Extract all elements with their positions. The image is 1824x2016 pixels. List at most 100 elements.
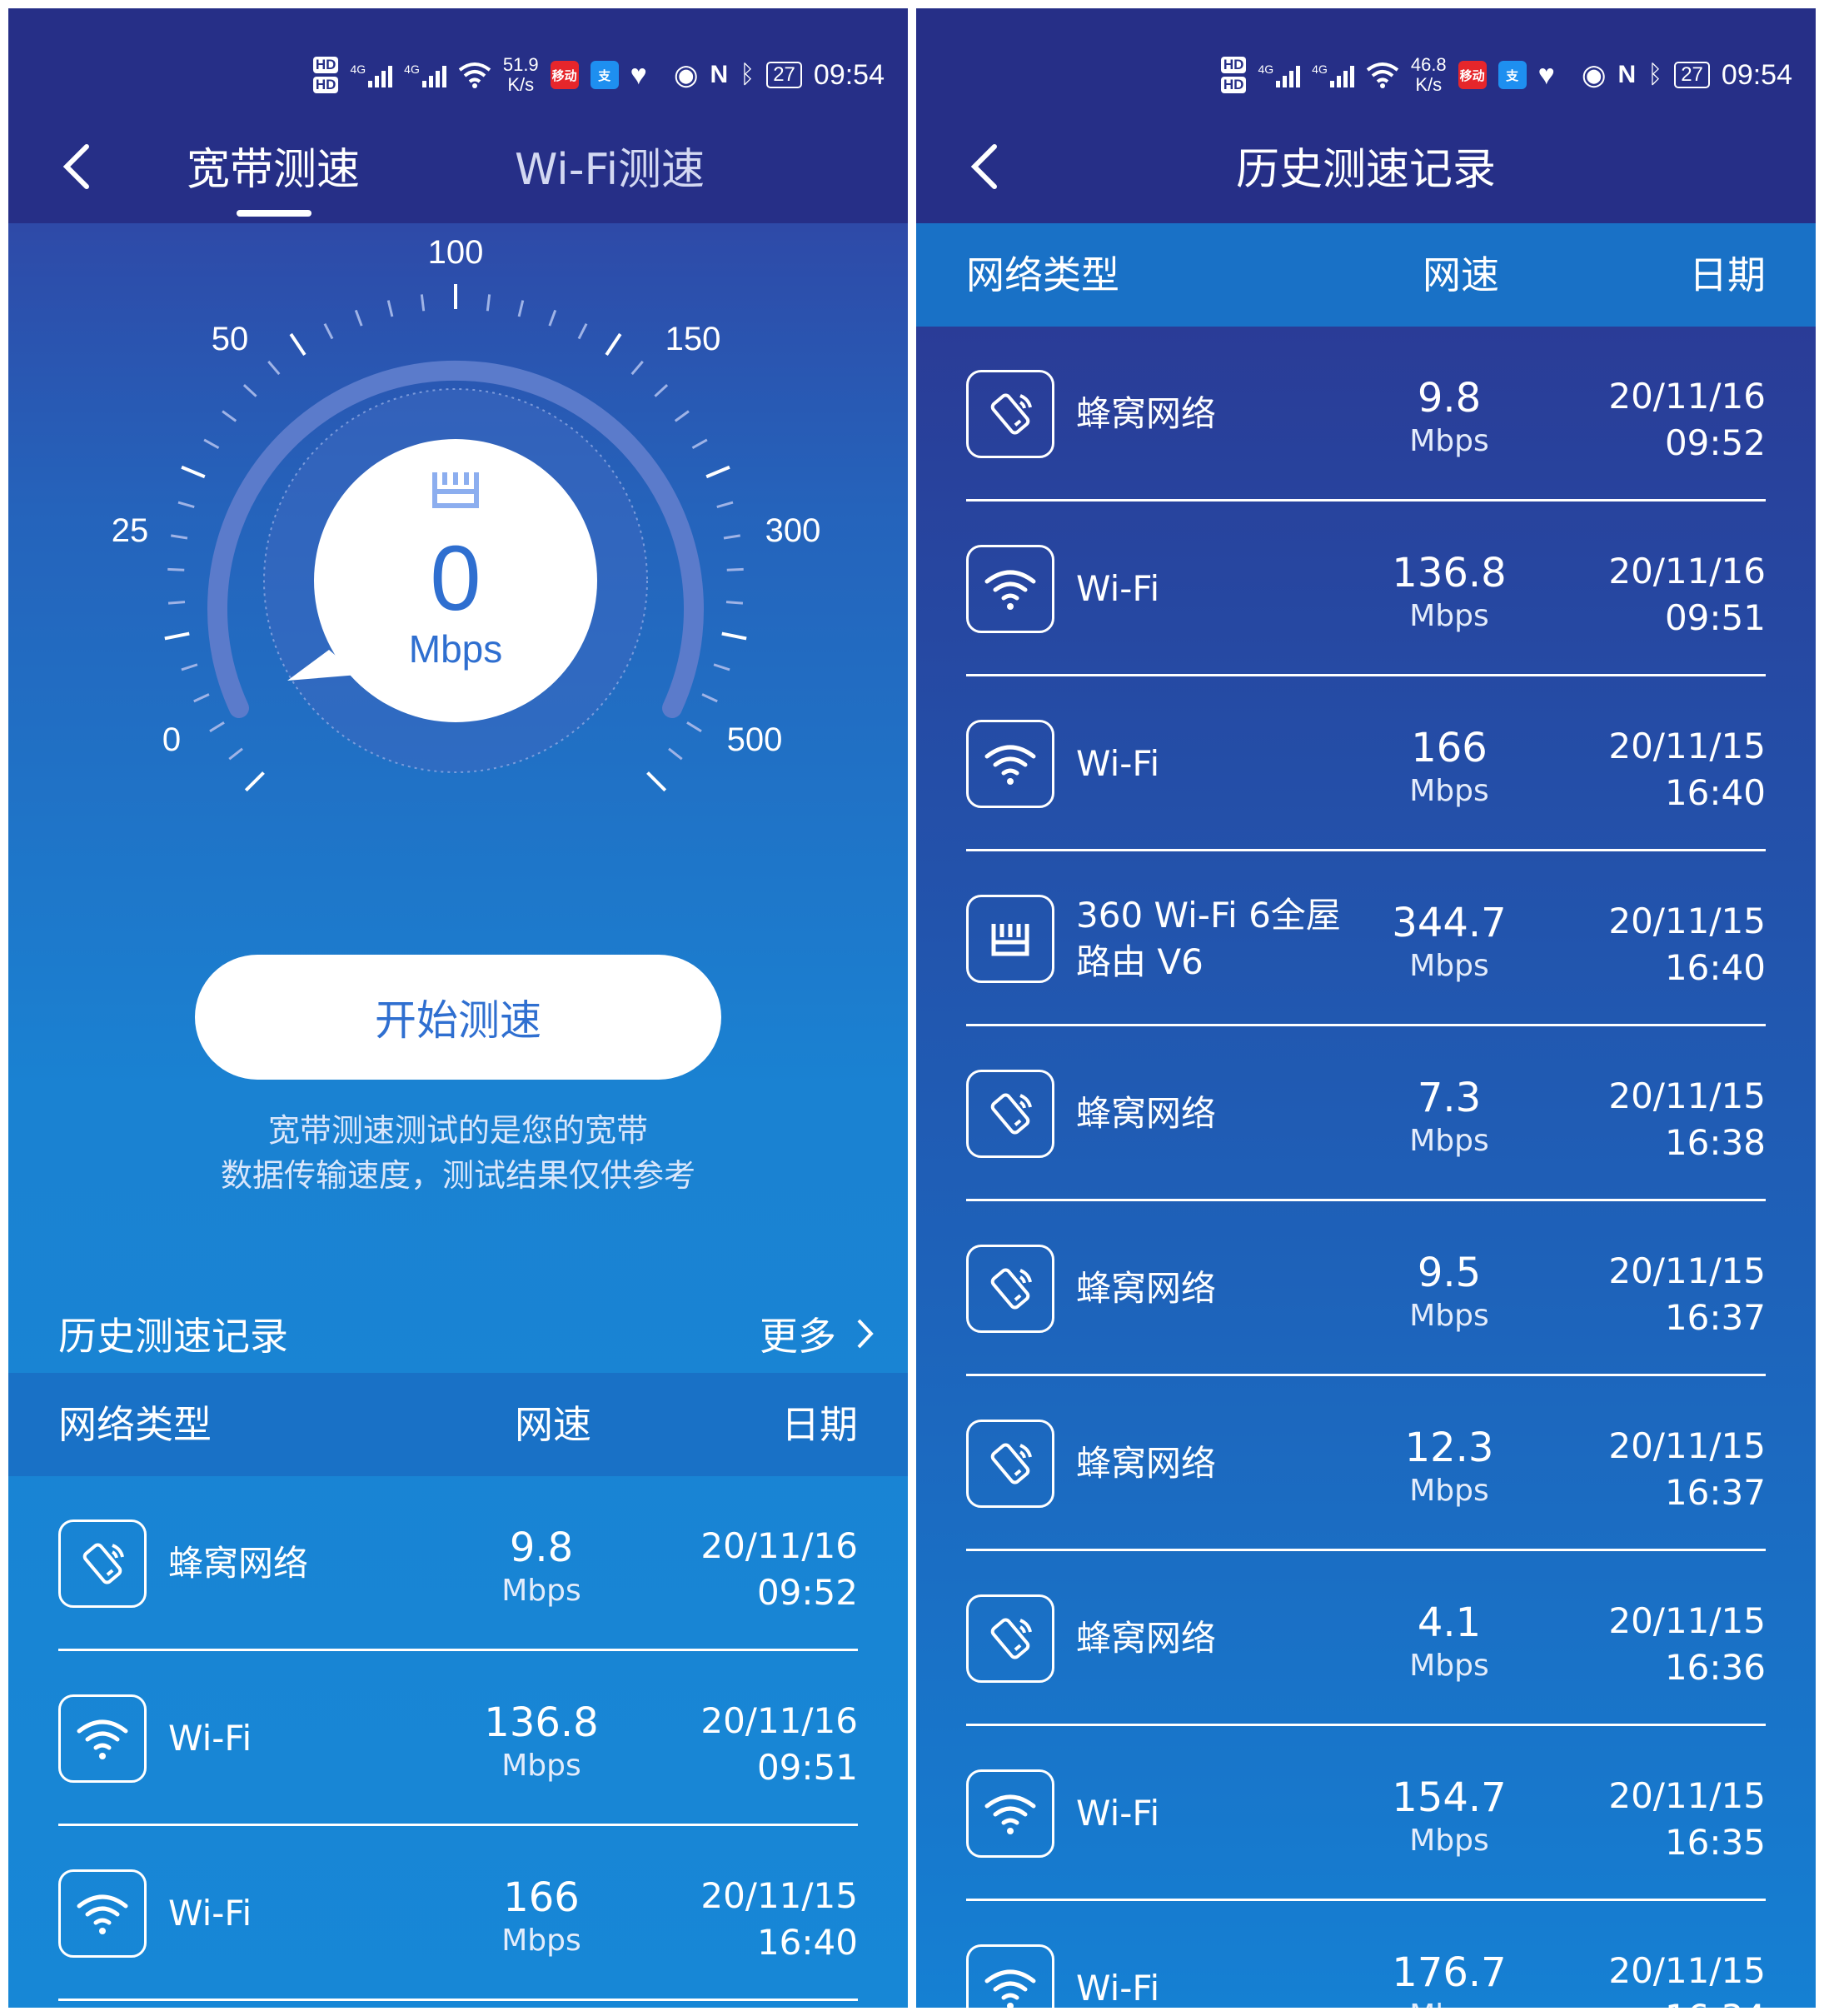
history-row[interactable]: 蜂窝网络 9.5 Mbps 20/11/15 16:37 [916, 1201, 1816, 1376]
eye-icon: ◉ [673, 59, 699, 91]
gauge-tick [203, 438, 220, 450]
bluetooth-icon: ᛒ [740, 61, 755, 88]
gauge-tick [420, 294, 426, 312]
tab-broadband[interactable]: 宽带测速 [187, 142, 360, 198]
column-network-type: 网络类型 [58, 1402, 212, 1447]
date-value: 20/11/16 [1608, 376, 1766, 417]
speed-cell: 166 Mbps [458, 1874, 625, 1961]
hd-icon: HD HD [312, 57, 339, 93]
network-speed: 51.9 K/s [502, 54, 539, 95]
row-divider [58, 1999, 858, 2001]
speed-unit: Mbps [501, 1574, 581, 1608]
date-value: 20/11/15 [1608, 1425, 1766, 1466]
gauge-label: 25 [112, 512, 149, 549]
date-cell: 20/11/15 16:37 [1608, 1248, 1766, 1341]
column-speed: 网速 [1423, 252, 1499, 297]
network-name: Wi-Fi [1076, 1793, 1160, 1834]
speed-unit: Mbps [501, 1749, 581, 1783]
date-value: 20/11/15 [1608, 1775, 1766, 1816]
gauge-tick [167, 601, 186, 605]
history-row[interactable]: 蜂窝网络 9.8 Mbps 20/11/16 09:52 [8, 1476, 908, 1651]
date-value: 20/11/15 [1608, 1600, 1766, 1641]
time-value: 16:37 [1664, 1297, 1766, 1338]
history-row[interactable]: 蜂窝网络 7.3 Mbps 20/11/15 16:38 [916, 1026, 1816, 1201]
date-value: 20/11/15 [1608, 1950, 1766, 1991]
heart-icon: ♥ [630, 58, 647, 91]
history-row[interactable]: 360 Wi-Fi 6全屋路由 V6 344.7 Mbps 20/11/15 16:40 [916, 851, 1816, 1026]
gauge-tick [354, 309, 363, 327]
history-row[interactable]: Wi-Fi 136.8 Mbps 20/11/16 09:51 [8, 1651, 908, 1826]
history-row[interactable]: Wi-Fi 176.7Mbps 20/11/15 16:34 [916, 1901, 1816, 2008]
history-row[interactable]: Wi-Fi 166 Mbps 20/11/15 16:40 [916, 676, 1816, 851]
gauge-tick [171, 534, 188, 540]
gauge-tick [716, 501, 734, 508]
wifi-icon [58, 1694, 147, 1783]
speed-cell: 154.7 Mbps [1366, 1774, 1532, 1861]
column-speed: 网速 [515, 1402, 591, 1447]
history-row[interactable]: Wi-Fi 154.7 Mbps 20/11/15 16:35 [916, 1726, 1816, 1901]
description-text: 宽带测速测试的是您的宽带 数据传输速度，测试结果仅供参考 [8, 1108, 908, 1198]
speed-cell: 9.5 Mbps [1366, 1250, 1532, 1336]
history-row[interactable]: Wi-Fi 136.8 Mbps 20/11/16 09:51 [916, 502, 1816, 676]
gauge-tick [721, 631, 747, 641]
speed-cell: 344.7 Mbps [1366, 900, 1532, 986]
speed-value: 166 [1411, 725, 1488, 771]
history-header: 历史测速记录 更多 [58, 1305, 875, 1363]
clock: 09:54 [1721, 58, 1792, 91]
cellular-icon [58, 1519, 147, 1608]
network-name: 蜂窝网络 [1076, 1268, 1217, 1309]
speed-unit: Mbps [1366, 1996, 1532, 2008]
gauge-tick [577, 323, 588, 340]
speed-value: 166 [503, 1874, 580, 1921]
description-line: 数据传输速度，测试结果仅供参考 [220, 1157, 695, 1194]
more-label: 更多 [760, 1314, 836, 1359]
date-value: 20/11/16 [700, 1700, 858, 1741]
gauge-tick [723, 534, 740, 540]
speed-unit: Mbps [1409, 1649, 1489, 1683]
history-row[interactable]: 蜂窝网络 12.3 Mbps 20/11/15 16:37 [916, 1376, 1816, 1551]
top-bar: HD HD 4G 4G 46.8 K/s 移动 支 ♥ ◉ N ᛒ 27 09:54… [916, 8, 1816, 223]
network-name: Wi-Fi [1076, 568, 1160, 609]
speed-value: 154.7 [1392, 1774, 1507, 1821]
battery-icon: 27 [766, 62, 802, 88]
history-row[interactable]: 蜂窝网络 4.1 Mbps 20/11/15 16:36 [916, 1551, 1816, 1726]
table-header: 网络类型 网速 日期 [916, 223, 1816, 327]
wifi-status-icon [458, 62, 491, 88]
speed-cell: 136.8 Mbps [458, 1699, 625, 1786]
gauge-tick [386, 300, 394, 317]
speed-value: 136.8 [1392, 550, 1507, 596]
speed-value: 136.8 [484, 1699, 599, 1746]
tab-wifi[interactable]: Wi-Fi测速 [515, 142, 705, 198]
more-link[interactable]: 更多 [760, 1306, 875, 1361]
history-row[interactable]: 蜂窝网络 9.8 Mbps 20/11/16 09:52 [916, 327, 1816, 502]
time-value: 16:37 [1664, 1472, 1766, 1513]
date-cell: 20/11/15 16:35 [1608, 1773, 1766, 1866]
speed-unit: Mbps [501, 1924, 581, 1958]
back-icon[interactable] [58, 142, 95, 192]
gauge-label: 300 [765, 512, 821, 549]
network-name: 蜂窝网络 [1076, 1093, 1217, 1134]
gauge-tick [244, 771, 265, 792]
active-tab-indicator [237, 210, 311, 217]
speed-cell: 4.1 Mbps [1366, 1599, 1532, 1686]
date-value: 20/11/15 [700, 1875, 858, 1916]
network-name: Wi-Fi [168, 1893, 252, 1934]
history-row[interactable]: Wi-Fi 166 Mbps 20/11/15 16:40 [8, 1826, 908, 2001]
speed-unit: Mbps [1409, 424, 1489, 458]
speedtest-screen: HD HD 4G 4G 51.9 K/s 移动 支 ♥ ◉ N ᛒ 27 09:54… [8, 8, 908, 2008]
gauge-tick [267, 360, 281, 376]
gauge-tick [668, 747, 683, 761]
start-test-button[interactable]: 开始测速 [195, 955, 721, 1080]
clock: 09:54 [813, 58, 885, 91]
gauge-tick [323, 323, 334, 340]
gauge-tick [691, 438, 708, 450]
time-value: 09:51 [756, 1747, 858, 1788]
date-value: 20/11/15 [1608, 1075, 1766, 1116]
wifi-icon [966, 1769, 1054, 1858]
history-screen: HD HD 4G 4G 46.8 K/s 移动 支 ♥ ◉ N ᛒ 27 09:54… [916, 8, 1816, 2008]
page-title: 历史测速记录 [1235, 145, 1496, 195]
time-value: 16:35 [1664, 1822, 1766, 1863]
date-value: 20/11/15 [1608, 726, 1766, 766]
speed-unit: Mbps [1409, 949, 1489, 983]
speed-value: 12.3 [1404, 1425, 1494, 1471]
